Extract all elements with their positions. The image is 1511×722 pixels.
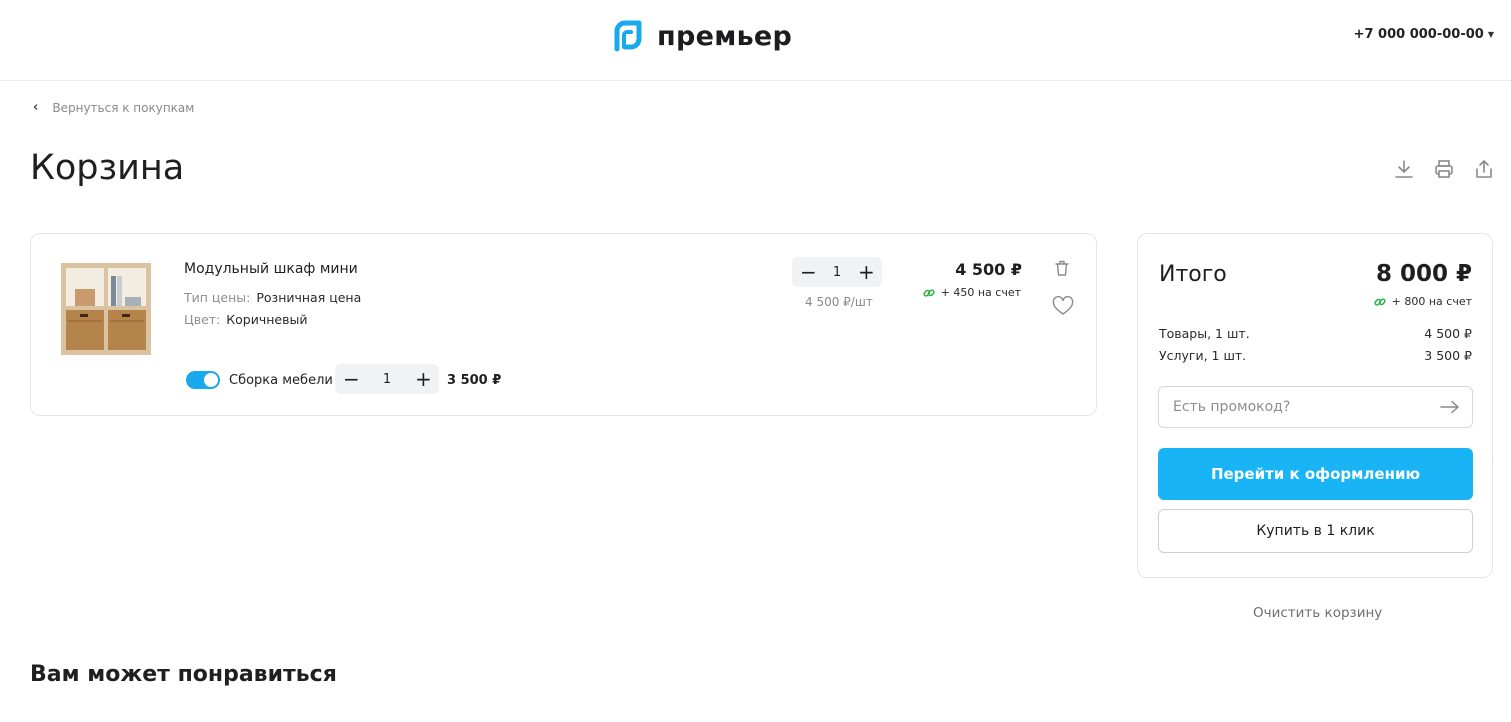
price-type-value: Розничная цена [256,290,362,305]
summary-bonus-text: + 800 на счет [1391,295,1472,308]
arrow-right-icon[interactable] [1440,400,1460,414]
cart-item: Модульный шкаф мини Тип цены: Розничная … [30,233,1097,416]
download-icon[interactable] [1393,158,1415,180]
buy-one-click-button[interactable]: Купить в 1 клик [1158,509,1473,553]
quantity-stepper: − 1 + [792,257,882,287]
assembly-decrement-button[interactable]: − [343,369,360,389]
recommendations-title: Вам может понравиться [30,662,337,687]
assembly-price: 3 500 ₽ [447,373,502,388]
color-value: Коричневый [226,312,308,327]
increment-button[interactable]: + [858,262,875,282]
services-value: 3 500 ₽ [1424,348,1472,363]
summary-goods-row: Товары, 1 шт. 4 500 ₽ [1159,326,1472,341]
assembly-quantity-value[interactable]: 1 [383,372,391,387]
bonus-link-icon [1373,297,1386,306]
product-image[interactable] [59,261,153,357]
decrement-button[interactable]: − [800,262,817,282]
quantity-value[interactable]: 1 [833,265,841,280]
header: премьер +7 000 000-00-00 ▼ [0,0,1511,81]
promo-code-input[interactable] [1158,386,1473,428]
title-actions [1393,158,1495,180]
clear-cart-link[interactable]: Очистить корзину [1253,605,1382,621]
checkout-button[interactable]: Перейти к оформлению [1158,448,1473,500]
assembly-label: Сборка мебели [229,373,333,388]
toggle-knob [204,373,218,387]
summary-total: 8 000 ₽ [1375,261,1472,287]
order-summary: Итого 8 000 ₽ + 800 на счет Товары, 1 шт… [1137,233,1493,578]
price-type-label: Тип цены: [184,290,251,305]
item-bonus-text: + 450 на счет [940,286,1021,299]
goods-value: 4 500 ₽ [1424,326,1472,341]
item-price: 4 500 ₽ [955,260,1022,279]
summary-services-row: Услуги, 1 шт. 3 500 ₽ [1159,348,1472,363]
bonus-link-icon [922,288,935,297]
logo-icon [614,20,642,52]
unit-price: 4 500 ₽/шт [805,295,873,309]
back-to-shopping-link[interactable]: ‹ Вернуться к покупкам [33,100,194,115]
color-row: Цвет: Коричневый [184,312,307,327]
back-label: Вернуться к покупкам [52,100,195,115]
logo[interactable]: премьер [611,18,792,54]
share-icon[interactable] [1473,158,1495,180]
heart-icon[interactable] [1052,296,1074,316]
assembly-increment-button[interactable]: + [415,369,432,389]
print-icon[interactable] [1433,158,1455,180]
assembly-toggle[interactable] [186,371,220,389]
phone-selector[interactable]: +7 000 000-00-00 ▼ [1354,27,1494,42]
item-bonus: + 450 на счет [922,286,1021,299]
summary-title: Итого [1159,262,1227,287]
goods-label: Товары, 1 шт. [1159,326,1250,341]
price-type-row: Тип цены: Розничная цена [184,290,361,305]
color-label: Цвет: [184,312,221,327]
phone-number: +7 000 000-00-00 [1353,27,1484,42]
logo-text: премьер [657,20,793,52]
chevron-left-icon: ‹ [33,100,39,115]
services-label: Услуги, 1 шт. [1159,348,1247,363]
summary-bonus: + 800 на счет [1373,295,1472,308]
assembly-quantity-stepper: − 1 + [335,364,439,394]
trash-icon[interactable] [1052,258,1072,278]
product-name[interactable]: Модульный шкаф мини [184,261,358,277]
caret-down-icon: ▼ [1487,30,1494,39]
page-title: Корзина [30,148,185,188]
